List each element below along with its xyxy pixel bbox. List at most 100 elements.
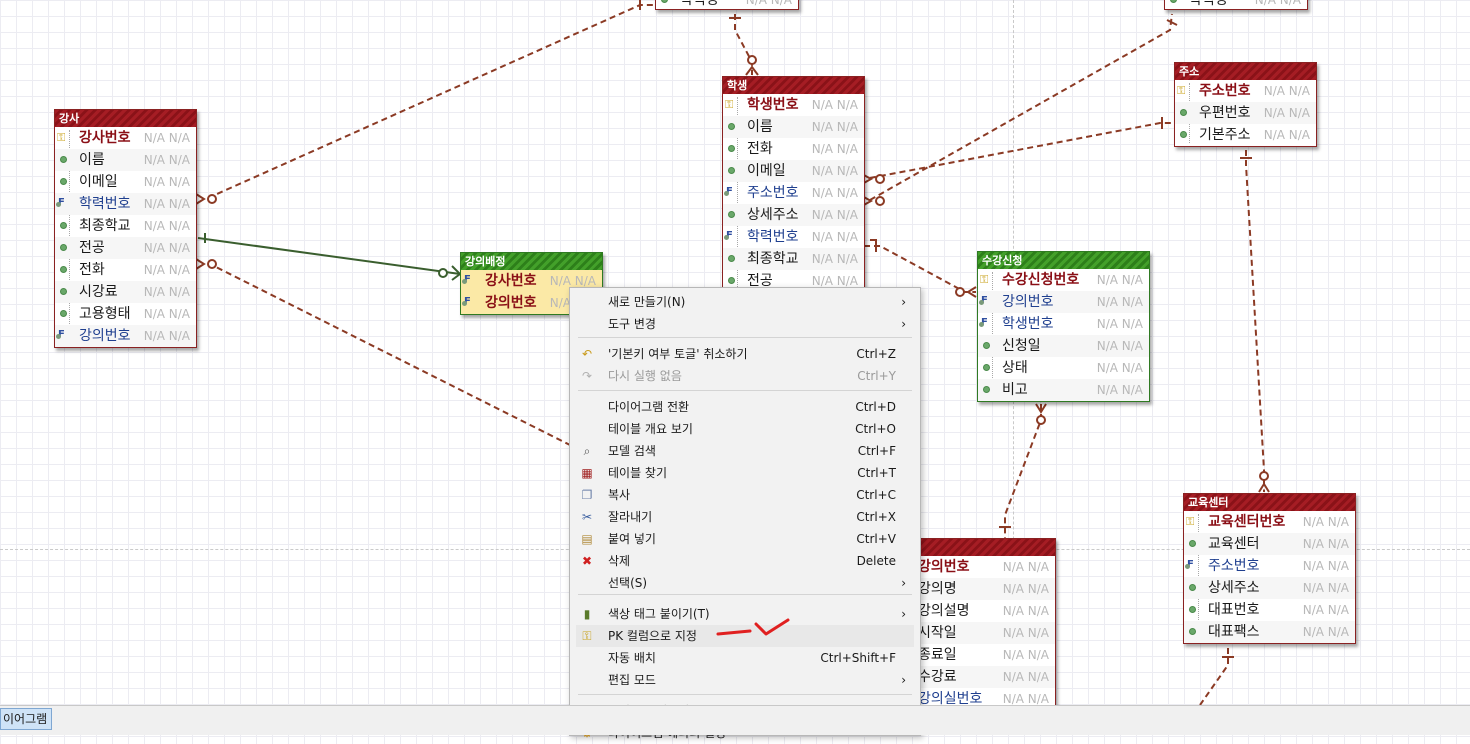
table-row[interactable]: 대표번호 N/A N/A — [1184, 599, 1355, 621]
table-row[interactable]: 이름 N/A N/A — [55, 149, 196, 171]
table-row[interactable]: 우편번호 N/A N/A — [1175, 102, 1316, 124]
column-name: 강의번호 — [79, 328, 131, 344]
entity-student[interactable]: 학생 ⚿ 학생번호 N/A N/A 이름 N/A N/A 전화 N/A N/A 이메일 N/A … — [722, 76, 865, 293]
table-row[interactable]: F 주소번호 N/A N/A — [723, 182, 864, 204]
column-type: N/A N/A — [1002, 670, 1049, 684]
table-row[interactable]: 시강료 N/A N/A — [55, 281, 196, 303]
column-name: 교육센터 — [1208, 536, 1260, 552]
context-menu[interactable]: 새로 만들기(N) › 도구 변경 › ↶ '기본키 여부 토글' 취소하기 Ctrl+Z ↷… — [569, 287, 921, 740]
table-row[interactable]: F 강의번호 N/A N/A — [978, 291, 1149, 313]
menu-item-label: 도구 변경 — [608, 317, 656, 331]
column-name: 상세주소 — [747, 207, 799, 223]
table-row[interactable]: ⚿ 교육센터번호 N/A N/A — [1184, 511, 1355, 533]
table-row[interactable]: 최종학교 N/A N/A — [55, 215, 196, 237]
entity-education-partial-left[interactable]: 학력명 N/A N/A — [655, 0, 799, 10]
menu-item[interactable]: ⌕ 모델 검색 Ctrl+F — [576, 440, 914, 462]
table-row[interactable]: F 학력번호 N/A N/A — [55, 193, 196, 215]
menu-item[interactable]: 새로 만들기(N) › — [576, 291, 914, 313]
table-row[interactable]: F 학생번호 N/A N/A — [978, 313, 1149, 335]
menu-item[interactable]: ▤ 붙여 넣기 Ctrl+V — [576, 528, 914, 550]
column-type: N/A N/A — [811, 98, 858, 112]
column-name: 최종학교 — [79, 218, 131, 234]
menu-item[interactable]: ▦ 테이블 찾기 Ctrl+T — [576, 462, 914, 484]
menu-item[interactable]: ❐ 복사 Ctrl+C — [576, 484, 914, 506]
column-type: N/A N/A — [1002, 626, 1049, 640]
table-row[interactable]: F 주소번호 N/A N/A — [1184, 555, 1355, 577]
entity-address[interactable]: 주소 ⚿ 주소번호 N/A N/A 우편번호 N/A N/A 기본주소 N/A N/A — [1174, 62, 1317, 147]
table-row[interactable]: 전공 N/A N/A — [55, 237, 196, 259]
table-row[interactable]: ⚿ 수강신청번호 N/A N/A — [978, 269, 1149, 291]
menu-item-shortcut: Ctrl+D — [855, 400, 896, 414]
column-type: N/A N/A — [143, 175, 190, 189]
table-row[interactable]: 기본주소 N/A N/A — [1175, 124, 1316, 146]
column-icon — [60, 288, 67, 295]
column-name: 강의번호 — [485, 295, 537, 311]
column-type: N/A N/A — [811, 142, 858, 156]
menu-item[interactable]: 도구 변경 › — [576, 313, 914, 335]
column-type: N/A N/A — [1263, 84, 1310, 98]
column-type: N/A N/A — [1096, 273, 1143, 287]
table-row[interactable]: 전화 N/A N/A — [55, 259, 196, 281]
search-icon: ⌕ — [583, 444, 591, 458]
table-row[interactable]: 비고 N/A N/A — [978, 379, 1149, 401]
menu-item[interactable]: 다이어그램 전환 Ctrl+D — [576, 396, 914, 418]
column-icon — [1170, 0, 1177, 3]
menu-item[interactable]: ↶ '기본키 여부 토글' 취소하기 Ctrl+Z — [576, 343, 914, 365]
entity-columns: ⚿ 학생번호 N/A N/A 이름 N/A N/A 전화 N/A N/A 이메일 N/A N/A… — [723, 94, 864, 292]
table-row[interactable]: 이메일 N/A N/A — [723, 160, 864, 182]
column-type: N/A N/A — [1302, 625, 1349, 639]
entity-title: 교육센터 — [1184, 494, 1355, 511]
table-row[interactable]: 대표팩스 N/A N/A — [1184, 621, 1355, 643]
column-type: N/A N/A — [811, 164, 858, 178]
table-row[interactable]: 신청일 N/A N/A — [978, 335, 1149, 357]
table-row[interactable]: ⚿ 학생번호 N/A N/A — [723, 94, 864, 116]
cut-icon: ✂ — [581, 510, 593, 524]
entity-enrollment[interactable]: 수강신청 ⚿ 수강신청번호 N/A N/A F 강의번호 N/A N/A F 학생번호 N/A … — [977, 251, 1150, 402]
column-icon — [661, 0, 668, 3]
table-row[interactable]: 상세주소 N/A N/A — [723, 204, 864, 226]
entity-instructor[interactable]: 강사 ⚿ 강사번호 N/A N/A 이름 N/A N/A 이메일 N/A N/A F 학력번호 N… — [54, 109, 197, 348]
entity-center[interactable]: 교육센터 ⚿ 교육센터번호 N/A N/A 교육센터 N/A N/A F 주소번호 N/A N… — [1183, 493, 1356, 644]
table-row: 학력명 N/A N/A — [656, 0, 798, 9]
redo-icon: ↷ — [581, 369, 593, 383]
rel-instructor-assignment — [197, 237, 461, 275]
menu-item[interactable]: 자동 배치 Ctrl+Shift+F — [576, 647, 914, 669]
menu-item[interactable]: ✂ 잘라내기 Ctrl+X — [576, 506, 914, 528]
column-name: 전화 — [747, 141, 773, 157]
column-type: N/A N/A — [143, 241, 190, 255]
table-row[interactable]: 상세주소 N/A N/A — [1184, 577, 1355, 599]
table-row[interactable]: 고용형태 N/A N/A — [55, 303, 196, 325]
column-name: 교육센터번호 — [1208, 514, 1286, 530]
table-row[interactable]: 이름 N/A N/A — [723, 116, 864, 138]
table-row[interactable]: F 강의번호 N/A N/A — [55, 325, 196, 347]
menu-item[interactable]: 테이블 개요 보기 Ctrl+O — [576, 418, 914, 440]
menu-separator — [578, 390, 912, 391]
table-row[interactable]: 이메일 N/A N/A — [55, 171, 196, 193]
table-row[interactable]: 교육센터 N/A N/A — [1184, 533, 1355, 555]
table-row[interactable]: 최종학교 N/A N/A — [723, 248, 864, 270]
menu-item[interactable]: 선택(S) › — [576, 572, 914, 594]
tab-diagram[interactable]: 이어그램 — [0, 708, 53, 730]
menu-item-label: PK 컬럼으로 지정 — [608, 629, 697, 643]
menu-item-label: 다이어그램 전환 — [608, 400, 690, 414]
menu-item-shortcut: Ctrl+V — [856, 532, 896, 546]
table-row[interactable]: 상태 N/A N/A — [978, 357, 1149, 379]
table-row[interactable]: F 학력번호 N/A N/A — [723, 226, 864, 248]
entity-columns: ⚿ 강사번호 N/A N/A 이름 N/A N/A 이메일 N/A N/A F 학력번호 N/A … — [55, 127, 196, 347]
foreign-key-icon: F — [462, 269, 471, 291]
menu-item[interactable]: 편집 모드 › — [576, 669, 914, 691]
column-type: N/A N/A — [811, 252, 858, 266]
column-type: N/A N/A — [1254, 0, 1301, 7]
entity-education-partial-right[interactable]: 학력명 N/A N/A — [1164, 0, 1308, 10]
column-icon — [1189, 606, 1196, 613]
column-name: 고용형태 — [79, 306, 131, 322]
submenu-arrow-icon: › — [901, 576, 906, 590]
column-type: N/A N/A — [143, 263, 190, 277]
table-row[interactable]: ⚿ 강사번호 N/A N/A — [55, 127, 196, 149]
menu-item[interactable]: ✖ 삭제 Delete — [576, 550, 914, 572]
column-name: 시강료 — [79, 284, 118, 300]
column-type: N/A N/A — [1096, 339, 1143, 353]
table-row[interactable]: ⚿ 주소번호 N/A N/A — [1175, 80, 1316, 102]
menu-item-shortcut: Ctrl+O — [855, 422, 896, 436]
table-row[interactable]: 전화 N/A N/A — [723, 138, 864, 160]
